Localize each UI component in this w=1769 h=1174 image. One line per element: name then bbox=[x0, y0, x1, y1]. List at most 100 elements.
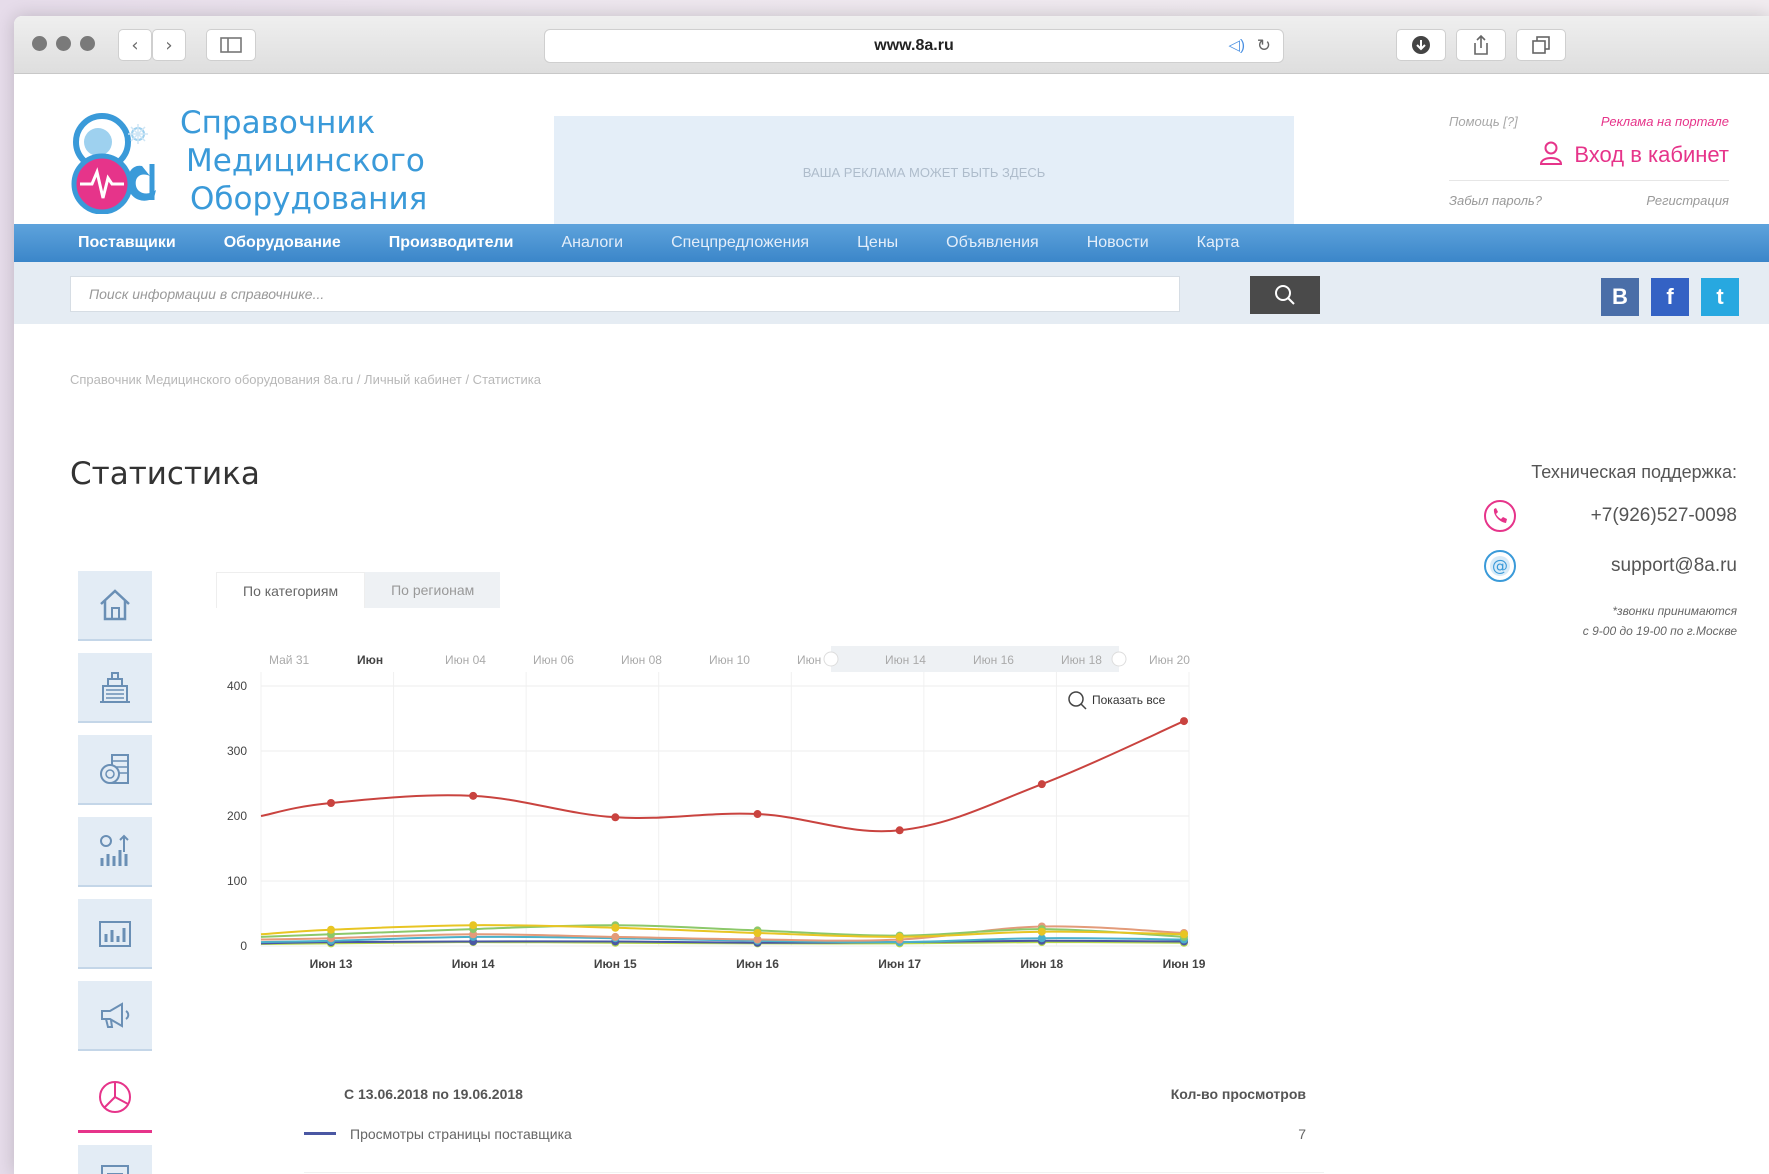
data-point bbox=[1037, 780, 1046, 789]
support-block: Техническая поддержка: +7(926)527-0098 @… bbox=[1477, 462, 1737, 641]
support-note: *звонки принимаются с 9-00 до 19-00 по г… bbox=[1477, 601, 1737, 641]
show-all-button[interactable]: Показать все bbox=[1092, 693, 1166, 707]
speaker-icon[interactable]: ◁) bbox=[1228, 30, 1245, 62]
window-controls bbox=[32, 36, 95, 51]
chevron-right-icon: › bbox=[165, 34, 173, 56]
twitter-share-button[interactable]: t bbox=[1701, 278, 1739, 316]
login-label: Вход в кабинет bbox=[1574, 142, 1729, 167]
tabs-icon bbox=[1532, 36, 1550, 54]
share-button[interactable] bbox=[1456, 29, 1506, 61]
search-input[interactable]: Поиск информации в справочнике... bbox=[70, 276, 1180, 312]
data-point bbox=[1180, 717, 1188, 726]
data-point bbox=[611, 813, 620, 822]
site-logo[interactable]: Справочник Медицинского Оборудования bbox=[70, 104, 430, 217]
facebook-share-button[interactable]: f bbox=[1651, 278, 1689, 316]
views-chart-svg: Май 31 Июн Июн 04 Июн 06 Июн 08 Июн 10 Июн Июн … bbox=[227, 646, 1206, 971]
ad-banner[interactable]: ВАША РЕКЛАМА МОЖЕТ БЫТЬ ЗДЕСЬ bbox=[554, 116, 1294, 228]
nav-item-analogues[interactable]: Аналоги bbox=[561, 234, 623, 252]
side-item-company[interactable] bbox=[78, 653, 152, 723]
advertising-link[interactable]: Реклама на портале bbox=[1601, 114, 1729, 129]
x-tick-label: Июн 15 bbox=[594, 957, 637, 971]
chevron-left-icon: ‹ bbox=[131, 34, 139, 56]
navigator-label: Июн 10 bbox=[709, 653, 750, 667]
reload-icon[interactable]: ↻ bbox=[1257, 30, 1271, 62]
data-point bbox=[895, 826, 904, 835]
data-point bbox=[895, 932, 904, 941]
header-account-block: Помощь [?] Реклама на портале Вход в каб… bbox=[1449, 114, 1729, 208]
user-icon bbox=[1540, 141, 1563, 165]
navigator-label: Июн 20 bbox=[1149, 653, 1190, 667]
logo-line-1: Справочник bbox=[180, 105, 376, 141]
nav-item-manufacturers[interactable]: Производители bbox=[389, 234, 514, 252]
nav-item-news[interactable]: Новости bbox=[1087, 234, 1149, 252]
report-icon bbox=[99, 921, 131, 947]
tabs-overview-button[interactable] bbox=[1516, 29, 1566, 61]
data-point bbox=[1037, 927, 1046, 936]
svg-text:@: @ bbox=[1492, 556, 1508, 575]
search-button[interactable] bbox=[1250, 276, 1320, 314]
back-button[interactable]: ‹ bbox=[118, 29, 152, 61]
sidebar-toggle-button[interactable] bbox=[206, 29, 256, 61]
support-phone[interactable]: +7(926)527-0098 bbox=[1591, 505, 1737, 527]
support-note-line-2: с 9-00 до 19-00 по г.Москве bbox=[1582, 624, 1737, 638]
period-label: С 13.06.2018 по 19.06.2018 bbox=[344, 1086, 523, 1102]
data-point bbox=[753, 810, 762, 819]
series-color-swatch bbox=[304, 1132, 336, 1135]
data-point bbox=[469, 921, 478, 930]
site-header: Справочник Медицинского Оборудования ВАШ… bbox=[14, 74, 1769, 228]
nav-item-equipment[interactable]: Оборудование bbox=[224, 234, 341, 252]
forward-button[interactable]: › bbox=[152, 29, 186, 61]
address-bar[interactable]: www.8a.ru ◁) ↻ bbox=[544, 29, 1284, 63]
side-item-home[interactable] bbox=[78, 571, 152, 641]
support-email[interactable]: support@8a.ru bbox=[1611, 555, 1737, 577]
downloads-button[interactable] bbox=[1396, 29, 1446, 61]
zoom-reset-icon bbox=[1068, 691, 1087, 710]
navigator-handle-right bbox=[1111, 651, 1127, 667]
x-tick-label: Июн 16 bbox=[736, 957, 779, 971]
series-line bbox=[260, 720, 1185, 833]
register-link[interactable]: Регистрация bbox=[1646, 193, 1729, 208]
side-item-messages[interactable] bbox=[78, 1145, 152, 1174]
data-point bbox=[327, 925, 335, 934]
sidebar-icon bbox=[220, 37, 242, 53]
nav-item-special-offers[interactable]: Спецпредложения bbox=[671, 234, 809, 252]
table-row[interactable]: Просмотры страницы поставщика 7 bbox=[304, 1126, 1324, 1142]
nav-item-prices[interactable]: Цены bbox=[857, 234, 898, 252]
minimize-window-dot[interactable] bbox=[56, 36, 71, 51]
building-icon bbox=[100, 672, 130, 703]
navigator-label: Июн bbox=[797, 653, 821, 667]
side-item-statistics[interactable] bbox=[78, 1063, 152, 1133]
login-button[interactable]: Вход в кабинет bbox=[1449, 141, 1729, 181]
side-item-finance[interactable] bbox=[78, 735, 152, 805]
tab-by-region[interactable]: По регионам bbox=[365, 572, 501, 608]
growth-chart-icon bbox=[100, 834, 129, 866]
document-icon bbox=[101, 1165, 129, 1174]
x-tick-label: Июн 17 bbox=[878, 957, 921, 971]
nav-item-ads[interactable]: Объявления bbox=[946, 234, 1039, 252]
side-item-reports[interactable] bbox=[78, 899, 152, 969]
row-label: Просмотры страницы поставщика bbox=[350, 1126, 572, 1142]
y-tick-label: 100 bbox=[227, 874, 247, 888]
home-icon bbox=[100, 589, 130, 621]
navigator-handle-left bbox=[823, 651, 839, 667]
row-value: 7 bbox=[1298, 1126, 1306, 1142]
browser-toolbar: ‹ › www.8a.ru ◁) ↻ bbox=[14, 16, 1769, 74]
close-window-dot[interactable] bbox=[32, 36, 47, 51]
side-item-analytics[interactable] bbox=[78, 817, 152, 887]
vk-share-button[interactable]: В bbox=[1601, 278, 1639, 316]
zoom-window-dot[interactable] bbox=[80, 36, 95, 51]
tab-by-category[interactable]: По категориям bbox=[216, 572, 366, 608]
side-item-advertising[interactable] bbox=[78, 981, 152, 1051]
breadcrumb[interactable]: Справочник Медицинского оборудования 8a.… bbox=[70, 372, 541, 387]
data-point bbox=[611, 923, 620, 932]
stats-table-header: С 13.06.2018 по 19.06.2018 Кол-во просмо… bbox=[304, 1086, 1324, 1102]
nav-item-map[interactable]: Карта bbox=[1197, 234, 1240, 252]
cabinet-side-menu bbox=[78, 571, 152, 1174]
forgot-password-link[interactable]: Забыл пароль? bbox=[1449, 193, 1542, 208]
share-icon bbox=[1474, 34, 1488, 55]
navigator-label: Июн 04 bbox=[445, 653, 486, 667]
coins-icon bbox=[100, 754, 129, 784]
nav-item-suppliers[interactable]: Поставщики bbox=[78, 234, 176, 252]
data-point bbox=[611, 932, 620, 941]
help-link[interactable]: Помощь [?] bbox=[1449, 114, 1518, 129]
